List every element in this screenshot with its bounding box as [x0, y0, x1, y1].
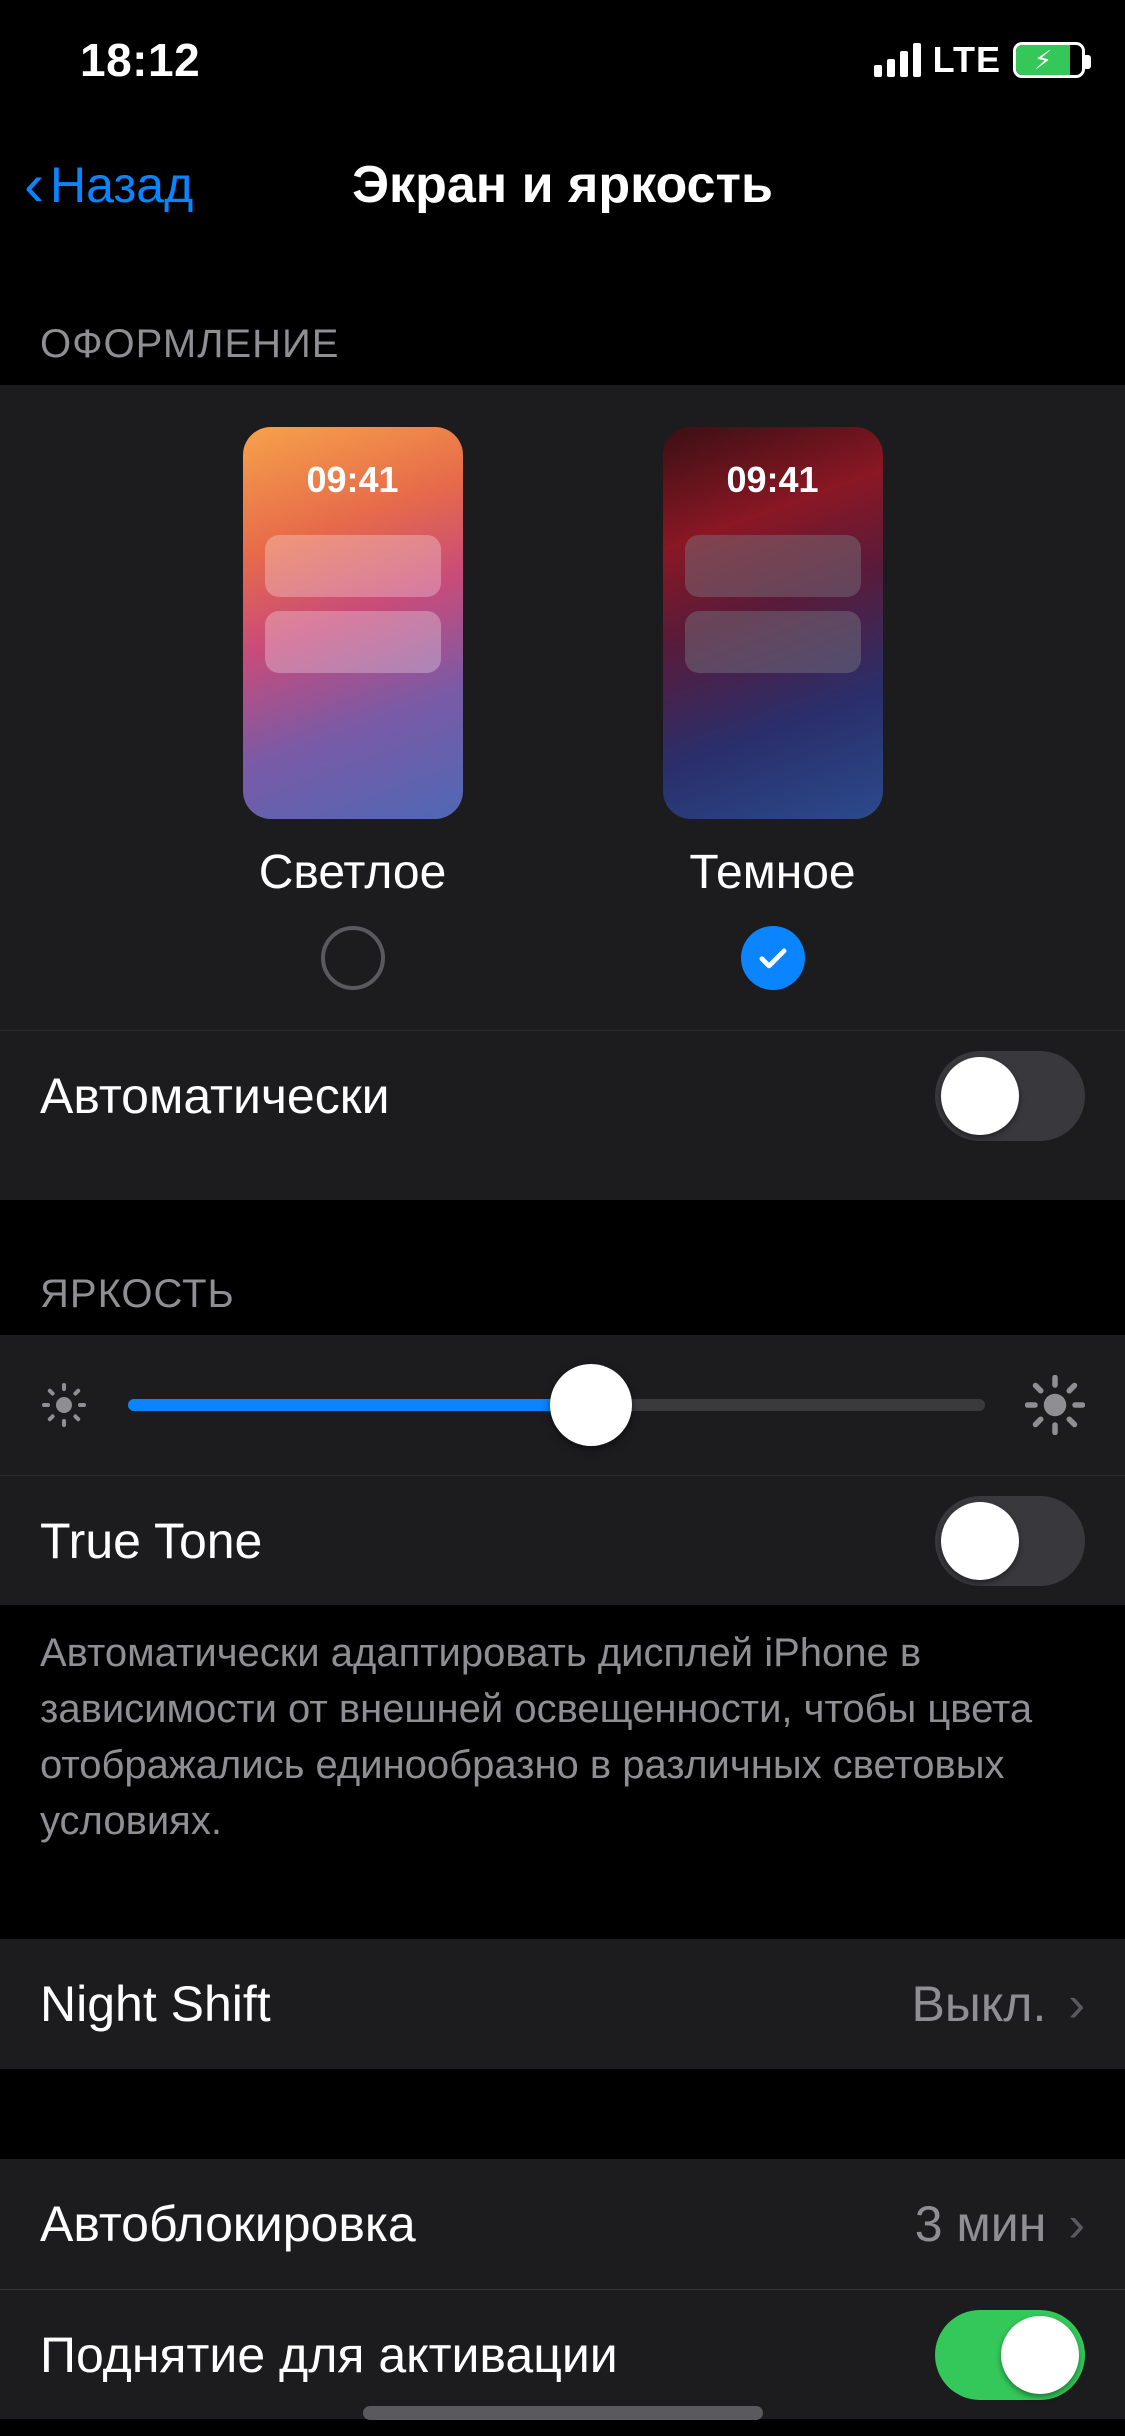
section-header-appearance: ОФОРМЛЕНИЕ	[0, 250, 1125, 385]
raise-to-wake-row: Поднятие для активации	[0, 2289, 1125, 2419]
dark-mode-preview-icon: 09:41	[663, 427, 883, 819]
light-mode-preview-icon: 09:41	[243, 427, 463, 819]
raise-to-wake-label: Поднятие для активации	[40, 2326, 618, 2384]
automatic-label: Автоматически	[40, 1067, 390, 1125]
section-header-brightness: ЯРКОСТЬ	[0, 1200, 1125, 1335]
autolock-label: Автоблокировка	[40, 2195, 416, 2253]
chevron-right-icon: ›	[1068, 1975, 1085, 2033]
true-tone-label: True Tone	[40, 1512, 262, 1570]
page-title: Экран и яркость	[352, 155, 773, 215]
true-tone-footer: Автоматически адаптировать дисплей iPhon…	[0, 1605, 1125, 1879]
status-bar: 18:12 LTE ⚡︎	[0, 0, 1125, 120]
raise-to-wake-toggle[interactable]	[935, 2310, 1085, 2400]
slider-thumb[interactable]	[550, 1364, 632, 1446]
chevron-left-icon: ‹	[24, 155, 44, 215]
night-shift-row[interactable]: Night Shift Выкл. ›	[0, 1939, 1125, 2069]
autolock-row[interactable]: Автоблокировка 3 мин ›	[0, 2159, 1125, 2289]
back-label: Назад	[50, 156, 193, 214]
appearance-option-dark[interactable]: 09:41 Темное	[663, 427, 883, 990]
chevron-right-icon: ›	[1068, 2195, 1085, 2253]
battery-charging-icon: ⚡︎	[1013, 42, 1085, 78]
night-shift-group: Night Shift Выкл. ›	[0, 1939, 1125, 2069]
sun-min-icon	[40, 1381, 88, 1429]
status-time: 18:12	[80, 33, 200, 87]
light-mode-label: Светлое	[259, 845, 447, 900]
cellular-signal-icon	[874, 43, 921, 77]
brightness-group: True Tone	[0, 1335, 1125, 1605]
light-mode-radio[interactable]	[321, 926, 385, 990]
true-tone-toggle[interactable]	[935, 1496, 1085, 1586]
night-shift-value: Выкл.	[912, 1975, 1047, 2033]
night-shift-label: Night Shift	[40, 1975, 271, 2033]
dark-mode-radio[interactable]	[741, 926, 805, 990]
sun-max-icon	[1025, 1375, 1085, 1435]
brightness-slider-row	[0, 1335, 1125, 1475]
back-button[interactable]: ‹ Назад	[24, 155, 193, 215]
automatic-row: Автоматически	[0, 1030, 1125, 1160]
home-indicator[interactable]	[363, 2406, 763, 2420]
lock-group: Автоблокировка 3 мин › Поднятие для акти…	[0, 2159, 1125, 2419]
appearance-group: 09:41 Светлое 09:41 Темное А	[0, 385, 1125, 1200]
appearance-option-light[interactable]: 09:41 Светлое	[243, 427, 463, 990]
automatic-toggle[interactable]	[935, 1051, 1085, 1141]
true-tone-row: True Tone	[0, 1475, 1125, 1605]
network-type: LTE	[933, 39, 1001, 81]
checkmark-icon	[754, 939, 792, 977]
brightness-slider[interactable]	[128, 1399, 985, 1411]
autolock-value: 3 мин	[915, 2195, 1047, 2253]
dark-mode-label: Темное	[689, 845, 855, 900]
navigation-bar: ‹ Назад Экран и яркость	[0, 120, 1125, 250]
